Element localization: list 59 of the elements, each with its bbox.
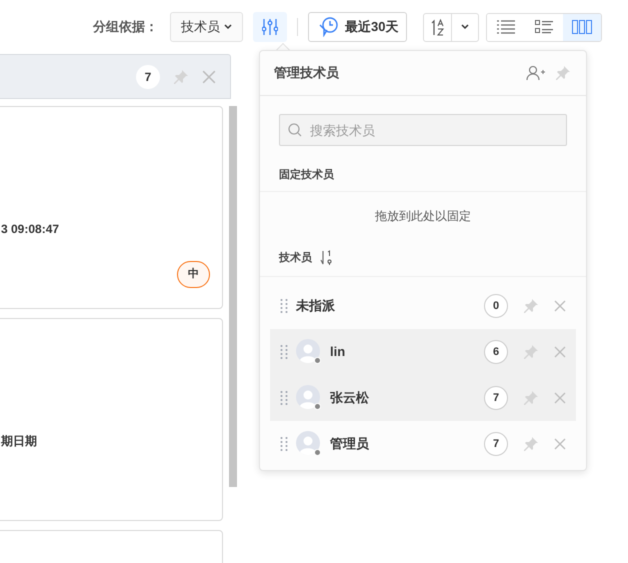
technician-name: lin — [330, 343, 346, 362]
count-badge: 6 — [484, 340, 508, 364]
count-badge: 7 — [484, 386, 508, 410]
view-toggle[interactable] — [563, 14, 602, 40]
pin-icon[interactable] — [172, 68, 190, 86]
pin-icon[interactable] — [522, 435, 540, 453]
count-badge: 7 — [136, 64, 160, 88]
sort-numeric-icon — [320, 250, 334, 266]
drop-hint: 拖放到此处以固定 — [375, 208, 471, 225]
drag-handle-icon[interactable] — [280, 345, 288, 359]
scrollbar[interactable] — [229, 106, 237, 487]
search-field[interactable]: 搜索技术员 — [279, 114, 567, 146]
technician-row[interactable]: 未指派 0 — [270, 283, 576, 329]
pin-icon[interactable] — [522, 297, 540, 315]
technician-row[interactable]: 管理员 7 — [270, 421, 576, 467]
sliders-icon — [262, 18, 278, 36]
technician-name: 管理员 — [330, 435, 370, 454]
close-icon[interactable] — [554, 300, 566, 312]
sort-control[interactable] — [423, 12, 480, 42]
filter-button[interactable] — [253, 12, 287, 42]
section-label: 固定技术员 — [279, 169, 334, 181]
count-badge: 7 — [484, 432, 508, 456]
pin-icon[interactable] — [522, 389, 540, 407]
close-icon[interactable] — [554, 438, 566, 450]
popup-title: 管理技术员 — [274, 64, 340, 82]
pin-icon[interactable] — [522, 343, 540, 361]
technician-name: 未指派 — [296, 297, 336, 316]
columns-view-icon — [572, 20, 592, 34]
drag-handle-icon[interactable] — [280, 391, 288, 405]
search-icon — [288, 123, 302, 137]
close-icon[interactable] — [554, 392, 566, 404]
count-badge: 0 — [484, 294, 508, 318]
drag-handle-icon[interactable] — [280, 299, 288, 313]
close-icon[interactable] — [202, 70, 216, 84]
drag-handle-icon[interactable] — [280, 437, 288, 451]
technician-row[interactable]: 张云松 7 — [270, 375, 576, 421]
card-text: 3 09:08:47 — [1, 221, 60, 238]
group-by-label: 分组依据： — [93, 18, 158, 36]
add-user-icon[interactable] — [526, 65, 546, 81]
avatar-icon — [296, 385, 322, 411]
ticket-card[interactable]: 3 09:08:47 中 — [0, 106, 223, 309]
close-icon[interactable] — [554, 346, 566, 358]
list-view-icon — [497, 20, 516, 34]
priority-badge: 中 — [177, 261, 210, 288]
section-label: 技术员 — [279, 250, 312, 266]
technician-name: 张云松 — [330, 389, 370, 408]
detail-view-icon — [535, 20, 554, 34]
chevron-down-icon — [224, 24, 232, 30]
date-range-button[interactable]: 最近30天 — [308, 12, 408, 42]
group-by-select[interactable]: 技术员 — [170, 12, 243, 42]
technician-row[interactable]: lin 6 — [270, 329, 576, 375]
avatar-icon — [296, 339, 322, 365]
chevron-down-icon — [461, 24, 470, 30]
clock-icon — [317, 17, 339, 37]
sort-az-icon — [430, 18, 446, 36]
avatar-icon — [296, 431, 322, 457]
ticket-card[interactable]: 期日期 — [0, 318, 223, 521]
card-text: 期日期 — [1, 433, 37, 450]
pin-icon[interactable] — [554, 64, 572, 82]
